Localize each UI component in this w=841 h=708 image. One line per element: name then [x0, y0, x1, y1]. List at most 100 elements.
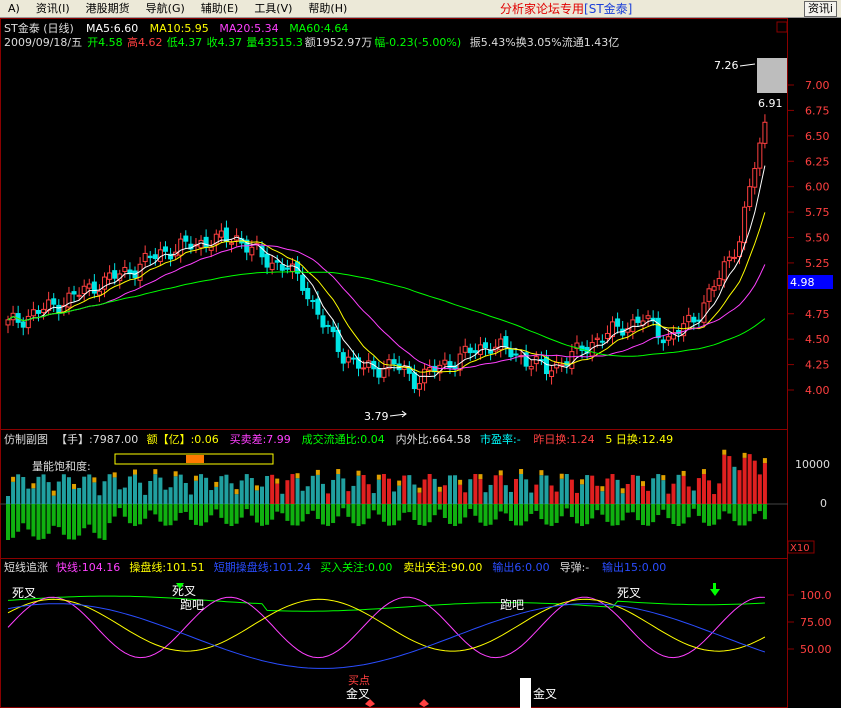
volume-bar-down [392, 504, 397, 526]
ma-line-20 [7, 244, 766, 370]
candle-body [325, 324, 331, 327]
volume-bar-cap [92, 477, 97, 483]
volume-bar-up [305, 486, 310, 504]
volume-bar-down [564, 504, 569, 509]
indicator-signals: 死叉 死叉 跑吧 跑吧 死叉 买点 金叉 金叉 [12, 583, 720, 708]
volume-bar-up [392, 491, 397, 504]
stock-chart-canvas[interactable]: ST金泰 (日线) MA5:6.60 MA10:5.95 MA20:5.34 MA60… [0, 18, 841, 708]
volume-bar-down [376, 504, 381, 515]
saturation-label: 量能饱和度: [32, 459, 91, 473]
volume-bar-up [595, 485, 600, 504]
volume-bar-down [366, 504, 371, 519]
volume-bar-up [534, 484, 539, 504]
volume-bar-up [148, 480, 153, 504]
volume-bar-up [539, 475, 544, 504]
volume-bar-down [585, 504, 590, 525]
volume-bar-up [300, 490, 305, 504]
indicator-axis: 100.0 75.00 50.00 [788, 589, 832, 656]
candle-body [112, 270, 118, 279]
menu-item-info[interactable]: 资讯(I) [28, 0, 78, 18]
panel-close-icon[interactable] [776, 21, 788, 33]
volume-bar-up [483, 492, 488, 504]
green-arrow-icon [710, 589, 720, 596]
volume-bar-down [239, 504, 244, 518]
volume-bar-up [285, 480, 290, 504]
info-button[interactable]: 资讯i [803, 1, 837, 17]
volume-bar-down [417, 504, 422, 525]
volume-bar-down [280, 504, 285, 514]
volume-bar-down [397, 504, 402, 521]
volume-bar-up [239, 480, 244, 504]
volume-bar-up [72, 488, 77, 504]
volume-bar-up [458, 484, 463, 504]
menu-item-help[interactable]: 帮助(H) [300, 0, 355, 18]
vol-header-item-3: 买卖差:7.99 [230, 432, 291, 446]
candle-body [345, 356, 351, 363]
volume-bar-down [66, 504, 71, 540]
volume-bar-cap [620, 488, 625, 494]
menu-item-assist[interactable]: 辅助(E) [193, 0, 247, 18]
candle-body [122, 266, 128, 272]
volume-bar-up [676, 474, 681, 504]
volume-bar-up [630, 474, 635, 504]
volume-bar-up [549, 485, 554, 504]
volume-bar-down [188, 504, 193, 520]
candle-body [35, 309, 41, 314]
volume-bar-down [204, 504, 209, 523]
volume-bar-cap [397, 480, 402, 486]
volume-bar-cap [254, 485, 259, 491]
volume-bar-down [681, 504, 686, 524]
volume-bar-down [381, 504, 386, 522]
candle-body [96, 290, 102, 296]
volume-bar-up [488, 484, 493, 504]
volume-bar-down [127, 504, 132, 524]
price-tick-4: 6.00 [805, 181, 830, 194]
candle-body [330, 326, 336, 333]
volume-bar-down [356, 504, 361, 526]
volume-bar-up [468, 479, 473, 504]
price-tick-8: 4.75 [805, 308, 830, 321]
candle-body [442, 359, 448, 365]
volume-bar-down [310, 504, 315, 511]
volume-bar-down [371, 504, 376, 511]
volume-bar-down [407, 504, 412, 513]
volume-bar-cap [762, 458, 767, 464]
volume-bar-down [51, 504, 56, 526]
volume-bar-down [707, 504, 712, 526]
menu-item-a[interactable]: A) [0, 0, 28, 18]
candle-body [411, 372, 417, 390]
volume-bar-up [478, 479, 483, 504]
candle-body [427, 366, 433, 371]
menu-item-hk-futures[interactable]: 港股期货 [78, 0, 138, 18]
volume-bar-down [742, 504, 747, 526]
volume-bar-down [574, 504, 579, 524]
volume-bar-cap [11, 476, 16, 482]
volume-bar-down [336, 504, 341, 517]
volume-bar-down [41, 504, 46, 539]
chart-area[interactable]: ST金泰 (日线) MA5:6.60 MA10:5.95 MA20:5.34 MA60… [0, 18, 841, 708]
candle-body [569, 351, 575, 369]
volume-bar-up [270, 474, 275, 504]
volume-bar-down [412, 504, 417, 521]
volume-bar-cap [722, 449, 727, 455]
menu-item-tools[interactable]: 工具(V) [246, 0, 300, 18]
candle-body [462, 345, 468, 353]
menu-item-navigate[interactable]: 导航(G) [138, 0, 193, 18]
candle-body [183, 235, 189, 242]
volume-bar-up [646, 490, 651, 504]
volume-bar-down [300, 504, 305, 522]
volume-bar-down [625, 504, 630, 513]
volume-bar-down [453, 504, 458, 526]
candle-body [320, 315, 326, 328]
volume-bar-up [503, 485, 508, 504]
candle-body [147, 255, 153, 259]
volume-tick-0: 0 [820, 497, 827, 510]
volume-bar-up [163, 489, 168, 504]
volume-bar-down [56, 504, 61, 528]
price-axis: 7.00 6.75 6.50 6.25 6.00 5.75 5.50 5.25 4.75 4.50… [788, 79, 830, 397]
volume-bar-down [11, 504, 16, 538]
volume-bar-down [16, 504, 21, 532]
menu-bar: A) 资讯(I) 港股期货 导航(G) 辅助(E) 工具(V) 帮助(H) 分析… [0, 0, 841, 18]
volume-bar-down [361, 504, 366, 525]
highlight-box [757, 58, 787, 93]
